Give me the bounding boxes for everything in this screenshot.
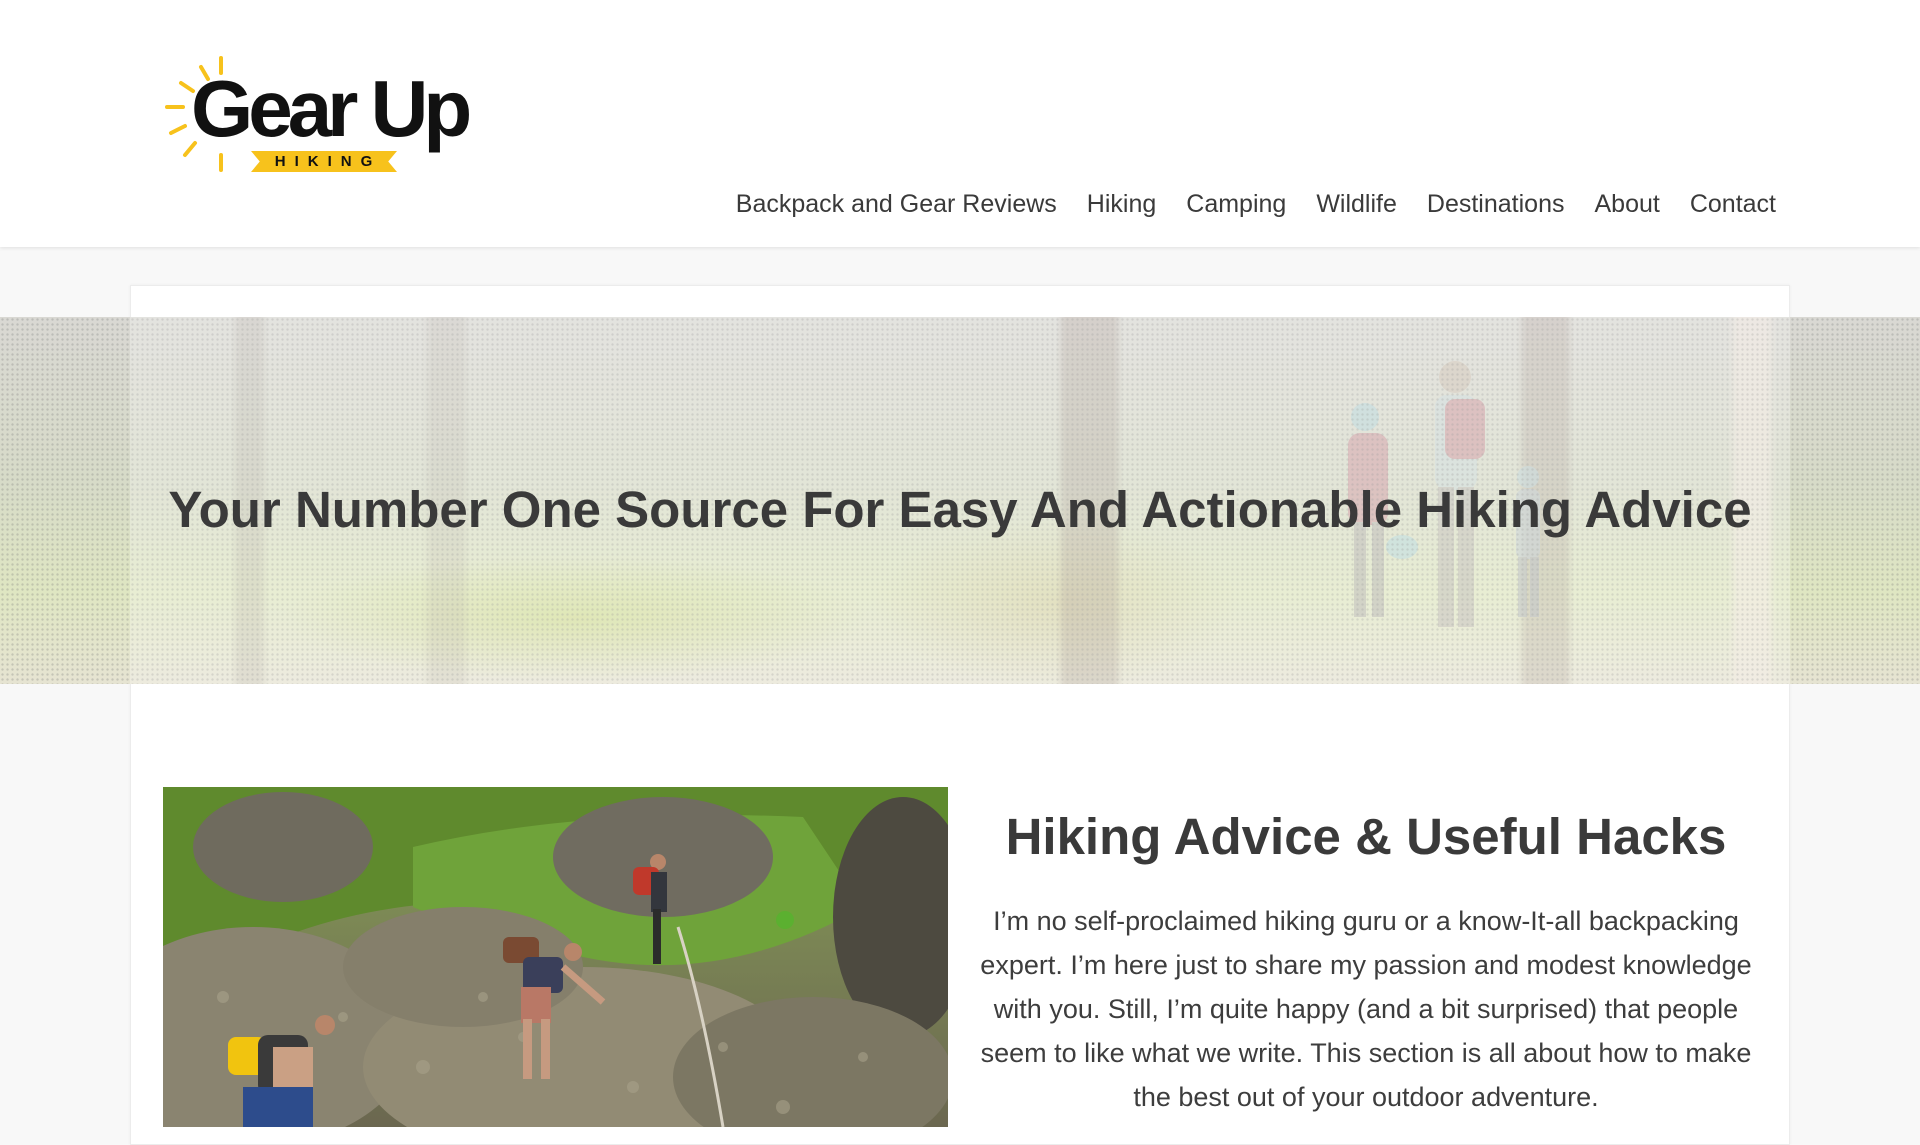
nav-item-gear-reviews[interactable]: Backpack and Gear Reviews — [721, 185, 1072, 223]
brand-name: Gear Up — [191, 64, 472, 153]
hero-banner: Your Number One Source For Easy And Acti… — [0, 317, 1920, 684]
hero-title: Your Number One Source For Easy And Acti… — [168, 481, 1752, 538]
brand-tagline: HIKING — [251, 151, 397, 172]
nav-item-about[interactable]: About — [1579, 185, 1674, 223]
nav-item-wildlife[interactable]: Wildlife — [1301, 185, 1412, 223]
nav-item-camping[interactable]: Camping — [1171, 185, 1301, 223]
site-header: Gear Up HIKING Backpack and Gear Reviews… — [0, 0, 1920, 247]
feature-image — [163, 787, 948, 1127]
feature-heading: Hiking Advice & Useful Hacks — [1005, 808, 1727, 865]
feature-body: I’m no self-proclaimed hiking guru or a … — [980, 906, 1752, 1112]
site-logo[interactable]: Gear Up HIKING — [163, 55, 493, 180]
nav-item-destinations[interactable]: Destinations — [1412, 185, 1580, 223]
nav-item-hiking[interactable]: Hiking — [1072, 185, 1171, 223]
nav-item-contact[interactable]: Contact — [1675, 185, 1776, 223]
feature-text-block: Hiking Advice & Useful Hacks I’m no self… — [975, 805, 1757, 1119]
main-navigation: Backpack and Gear Reviews Hiking Camping… — [721, 185, 1776, 223]
hikers-climbing-rocks-icon — [163, 787, 948, 1127]
